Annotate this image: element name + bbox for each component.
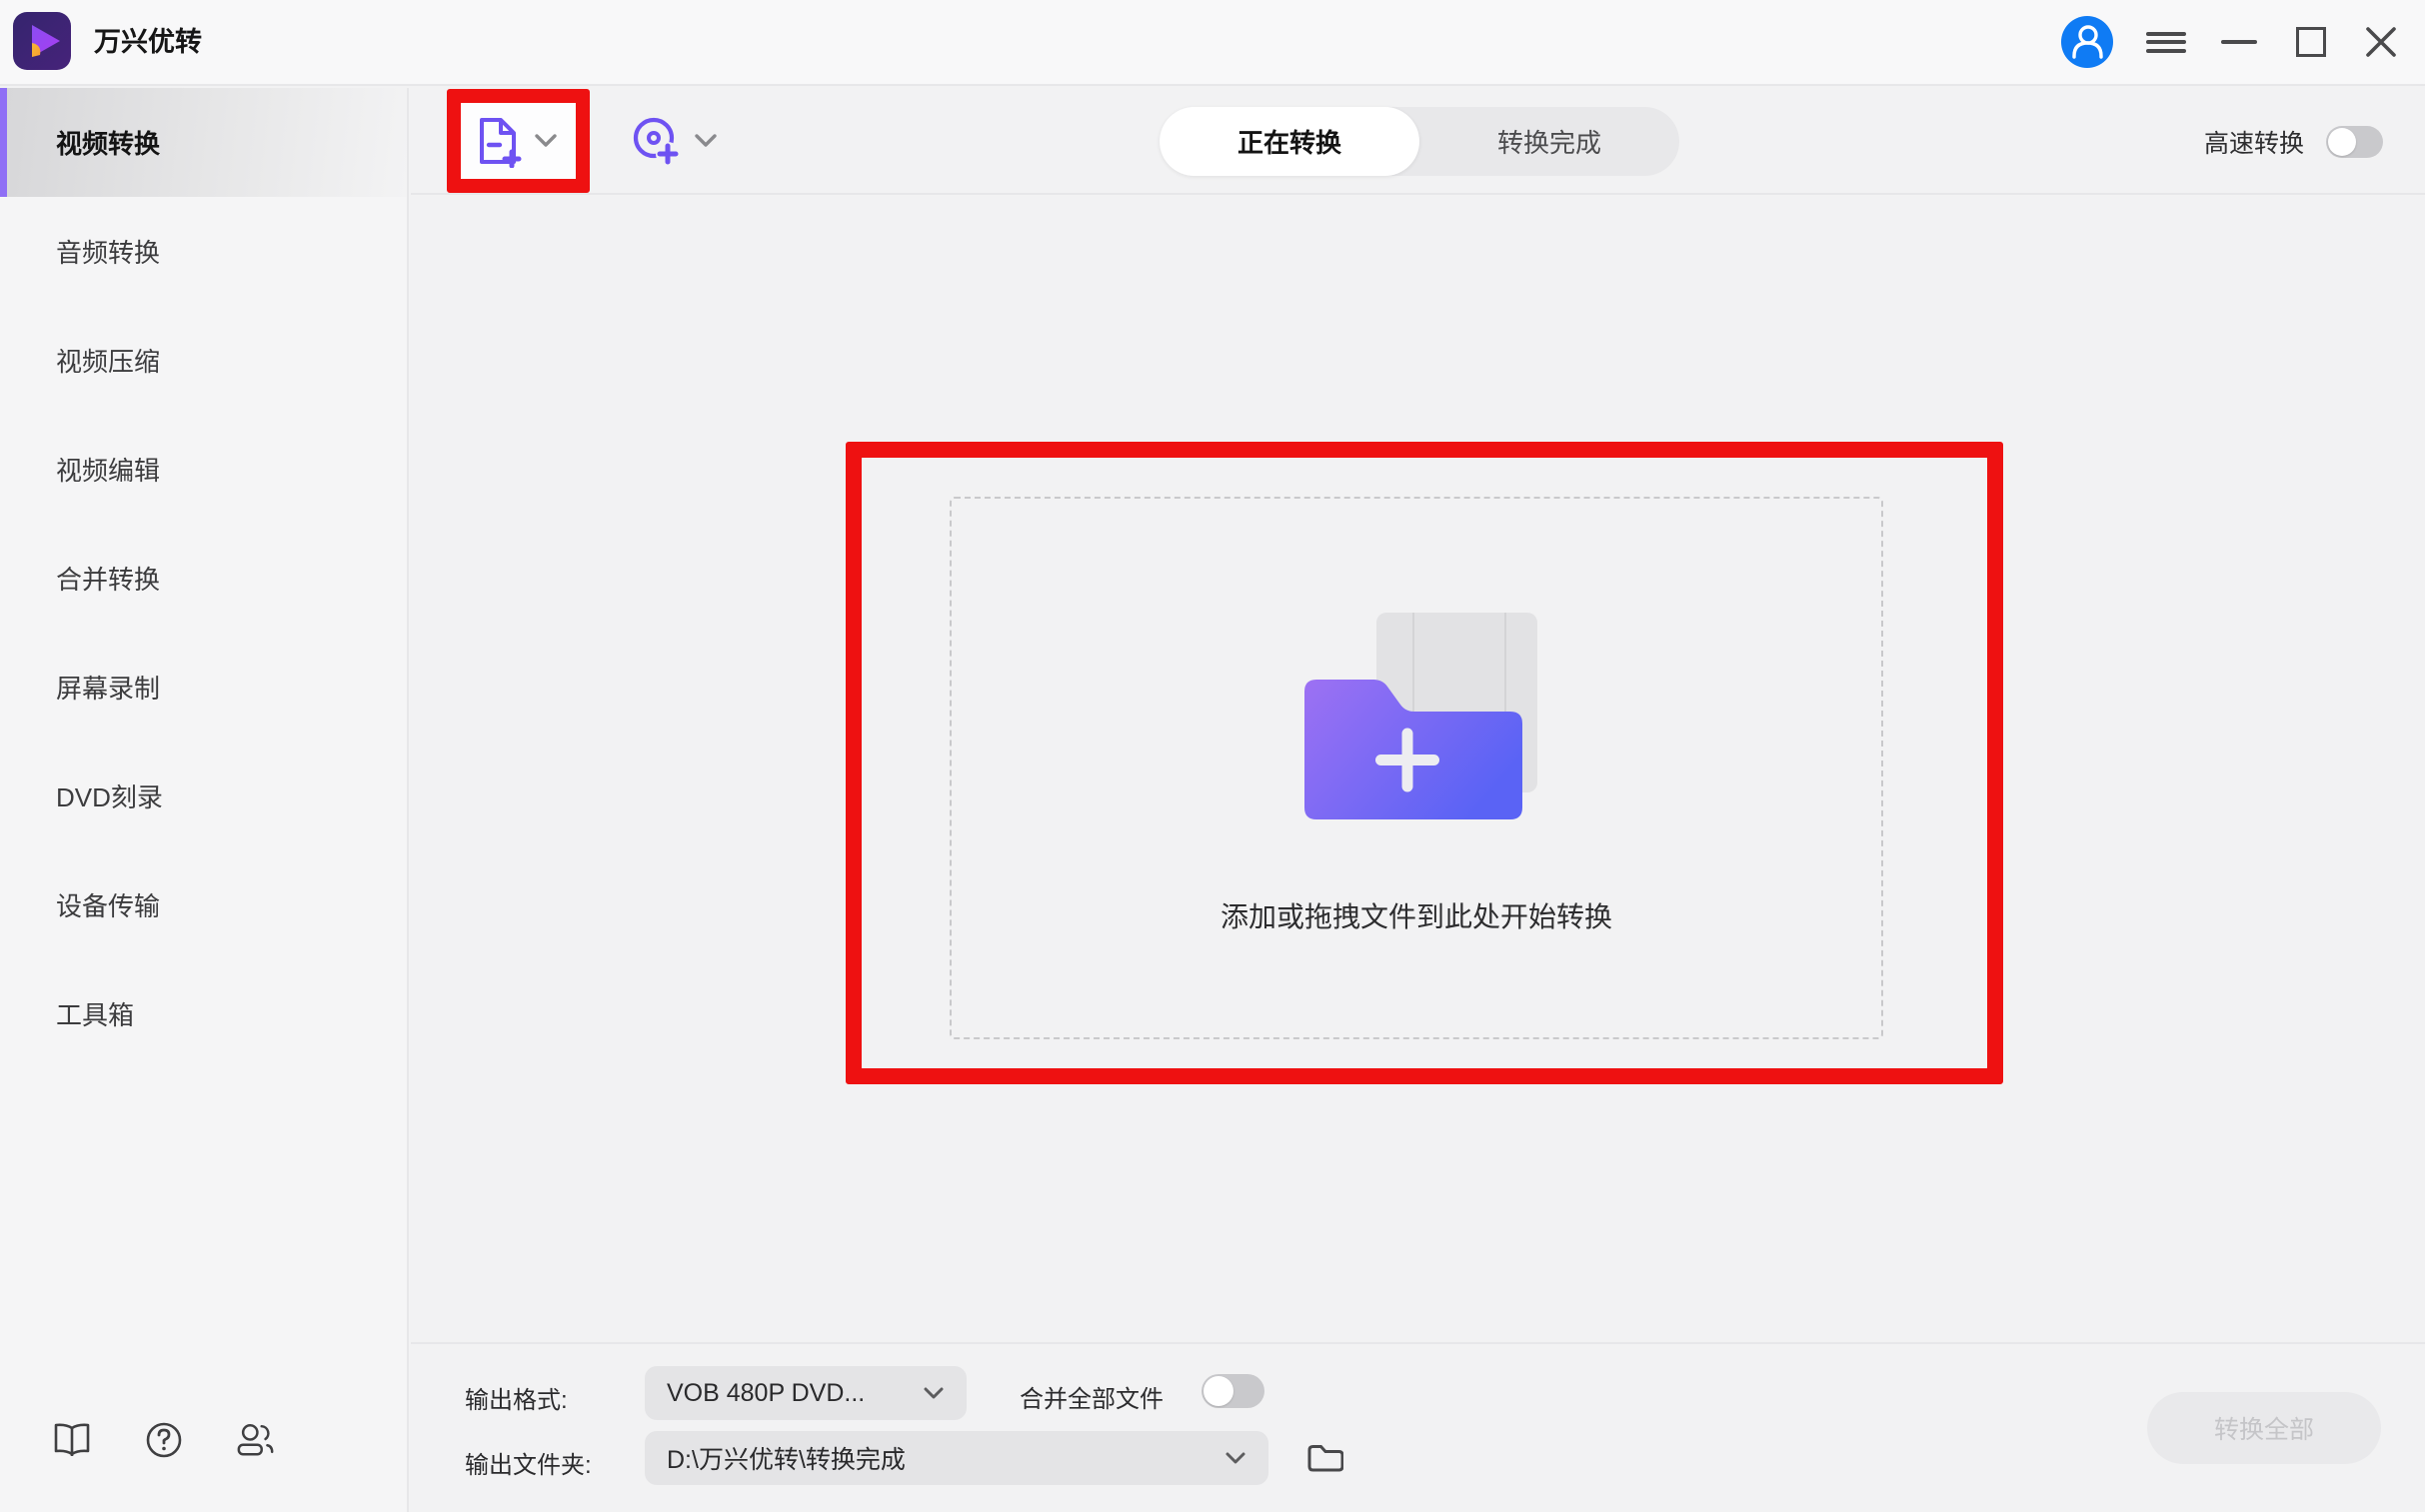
convert-all-button[interactable]: 转换全部 (2147, 1392, 2381, 1464)
sidebar: 视频转换 音频转换 视频压缩 视频编辑 合并转换 屏幕录制 DVD刻录 设备传输… (0, 88, 409, 1512)
sidebar-item-label: DVD刻录 (56, 777, 163, 814)
user-guide-book-icon[interactable] (52, 1420, 92, 1460)
menu-icon[interactable] (2144, 20, 2188, 64)
app-title: 万兴优转 (94, 0, 202, 84)
minimize-icon[interactable] (2217, 20, 2261, 64)
add-file-icon (474, 114, 522, 168)
add-file-button[interactable] (474, 114, 558, 168)
high-speed-label: 高速转换 (2204, 124, 2304, 160)
user-avatar-icon[interactable] (2061, 16, 2113, 68)
toolbar-divider (411, 193, 2425, 195)
sidebar-item-toolbox[interactable]: 工具箱 (0, 959, 407, 1068)
output-folder-value: D:\万兴优转\转换完成 (667, 1440, 1224, 1476)
sidebar-item-video-edit[interactable]: 视频编辑 (0, 415, 407, 524)
tab-finished[interactable]: 转换完成 (1419, 107, 1679, 176)
sidebar-item-merge-convert[interactable]: 合并转换 (0, 524, 407, 633)
high-speed-toggle[interactable] (2326, 126, 2383, 158)
sidebar-item-video-convert[interactable]: 视频转换 (0, 88, 407, 197)
output-folder-label: 输出文件夹: (465, 1445, 592, 1480)
high-speed-convert: 高速转换 (2204, 107, 2383, 176)
maximize-icon[interactable] (2289, 20, 2333, 64)
output-format-value: VOB 480P DVD... (667, 1379, 923, 1408)
app-logo-icon (12, 11, 72, 71)
close-icon[interactable] (2359, 20, 2403, 64)
chevron-down-icon (534, 133, 558, 149)
add-dvd-button[interactable] (630, 114, 718, 168)
output-format-dropdown[interactable]: VOB 480P DVD... (645, 1366, 967, 1420)
sidebar-item-label: 视频转换 (56, 124, 160, 161)
titlebar: 万兴优转 (0, 0, 2425, 86)
sidebar-item-dvd-burn[interactable]: DVD刻录 (0, 742, 407, 850)
chevron-down-icon (694, 133, 718, 149)
convert-status-tabs: 正在转换 转换完成 (1160, 107, 1679, 176)
chevron-down-icon (1224, 1451, 1246, 1465)
output-format-label: 输出格式: (465, 1380, 568, 1415)
output-folder-dropdown[interactable]: D:\万兴优转\转换完成 (645, 1431, 1268, 1485)
contact-people-icon[interactable] (236, 1420, 276, 1460)
sidebar-item-screen-record[interactable]: 屏幕录制 (0, 633, 407, 742)
merge-all-toggle[interactable] (1202, 1374, 1264, 1408)
sidebar-item-label: 音频转换 (56, 233, 160, 270)
chevron-down-icon (923, 1386, 945, 1400)
sidebar-footer (52, 1420, 276, 1460)
browse-folder-icon[interactable] (1303, 1440, 1345, 1476)
sidebar-item-video-compress[interactable]: 视频压缩 (0, 306, 407, 415)
sidebar-item-audio-convert[interactable]: 音频转换 (0, 197, 407, 306)
annotation-red-box-dropzone (846, 442, 2003, 1084)
sidebar-item-label: 视频编辑 (56, 451, 160, 488)
add-dvd-icon (630, 114, 682, 168)
sidebar-item-label: 视频压缩 (56, 342, 160, 379)
help-question-icon[interactable] (144, 1420, 184, 1460)
sidebar-item-label: 合并转换 (56, 560, 160, 597)
merge-all-label: 合并全部文件 (1020, 1379, 1164, 1414)
tab-converting[interactable]: 正在转换 (1160, 107, 1419, 176)
sidebar-item-label: 设备传输 (56, 886, 160, 923)
sidebar-item-label: 工具箱 (56, 995, 134, 1032)
uniconverter-window: 万兴优转 视频转换 音频转换 视频压缩 视频编辑 合并转换 屏幕录制 DVD刻录… (0, 0, 2425, 1512)
bottom-divider (411, 1342, 2425, 1344)
sidebar-item-label: 屏幕录制 (56, 669, 160, 706)
sidebar-item-device-transfer[interactable]: 设备传输 (0, 850, 407, 959)
